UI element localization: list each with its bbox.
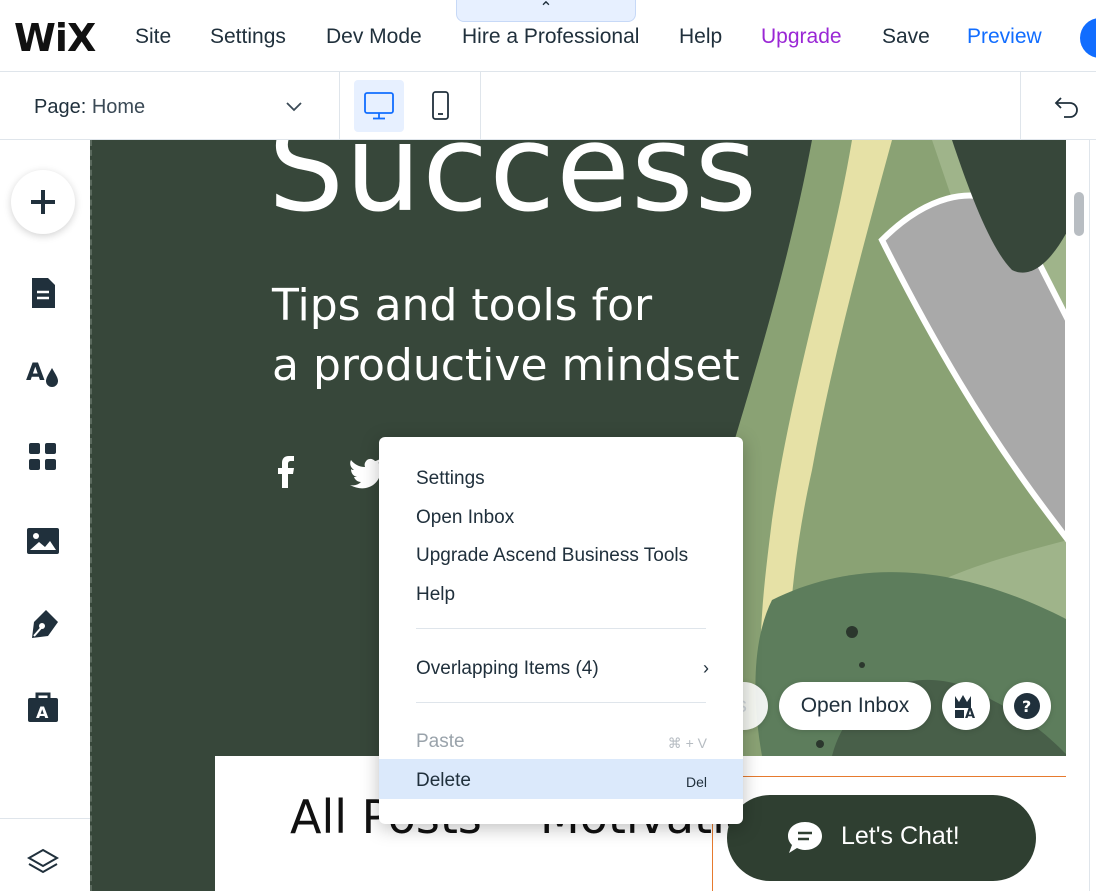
chevron-right-icon: › [703,658,709,678]
page-value: Home [91,96,146,118]
layers-icon[interactable] [24,844,62,882]
svg-text:?: ? [1022,697,1031,716]
delete-shortcut: Del [685,774,707,790]
subtitle-line-2: a productive mindset [272,340,740,391]
page-selector-label: Page: Home [34,96,145,119]
wix-logo[interactable]: WiX [14,16,96,60]
canvas-scrollbar[interactable] [1066,140,1096,891]
apps-icon[interactable] [24,438,62,476]
page-toolbar: Page: Home [0,72,1096,140]
divider [0,818,90,819]
media-icon[interactable] [24,522,62,560]
blog-icon[interactable] [24,606,62,644]
svg-text:A: A [36,703,49,722]
page-selector[interactable]: Page: Home [0,72,340,140]
context-menu: Settings Open Inbox Upgrade Ascend Busin… [379,437,743,824]
lets-chat-button[interactable]: Let's Chat! [727,795,1036,881]
pages-icon[interactable] [24,274,62,312]
divider [416,702,706,703]
help-button[interactable]: ? [1003,682,1051,730]
paste-shortcut: ⌘ + V [667,735,707,751]
upgrade-business-button[interactable]: A [942,682,990,730]
menu-site[interactable]: Site [135,25,171,49]
divider [1020,72,1021,140]
menu-hire-professional[interactable]: Hire a Professional [462,25,639,49]
menu-item-open-inbox[interactable]: Open Inbox [416,507,514,529]
chat-bubble-icon [788,822,822,853]
desktop-icon [364,92,394,120]
preview-button[interactable]: Preview [967,25,1042,49]
add-elements-button[interactable] [11,170,75,234]
menu-item-settings[interactable]: Settings [416,468,485,490]
svg-text:A: A [26,358,45,386]
mobile-view-button[interactable] [416,80,466,132]
divider [1089,140,1090,891]
top-bar: WiX ⌃ Site Settings Dev Mode Hire a Prof… [0,0,1096,72]
menu-item-help[interactable]: Help [416,584,455,606]
page-prefix: Page: [34,96,87,118]
quick-open-inbox-button[interactable]: Open Inbox [779,682,931,730]
subtitle-line-1: Tips and tools for [272,280,653,331]
publish-button[interactable] [1080,18,1096,58]
crown-icon: A [955,695,975,722]
business-icon[interactable]: A [24,688,62,726]
undo-icon[interactable] [1052,92,1082,122]
hero-title[interactable]: Success [268,140,758,239]
menu-settings[interactable]: Settings [210,25,286,49]
save-button[interactable]: Save [882,25,930,49]
mobile-icon [432,91,449,120]
chat-label: Let's Chat! [841,822,960,850]
desktop-view-button[interactable] [354,80,404,132]
add-icon [31,190,55,214]
design-icon[interactable]: A [24,354,62,392]
divider [480,72,481,140]
facebook-icon[interactable] [268,454,304,490]
svg-text:A: A [965,707,975,722]
menu-dev-mode[interactable]: Dev Mode [326,25,422,49]
scrollbar-thumb[interactable] [1074,192,1084,236]
collapse-toolbar-tab[interactable]: ⌃ [456,0,636,22]
menu-item-delete[interactable]: Delete [416,770,471,792]
menu-upgrade[interactable]: Upgrade [761,25,842,49]
chevron-down-icon [286,102,302,112]
menu-item-overlapping[interactable]: Overlapping Items (4) [416,658,599,680]
help-icon: ? [1014,693,1040,719]
chevron-up-icon: ⌃ [539,0,553,17]
menu-item-upgrade-ascend[interactable]: Upgrade Ascend Business Tools [416,545,688,567]
left-sidebar: A A [0,140,90,891]
divider [416,628,706,629]
menu-help[interactable]: Help [679,25,722,49]
menu-item-paste[interactable]: Paste [416,731,465,753]
hero-subtitle[interactable]: Tips and tools for a productive mindset [272,276,740,396]
